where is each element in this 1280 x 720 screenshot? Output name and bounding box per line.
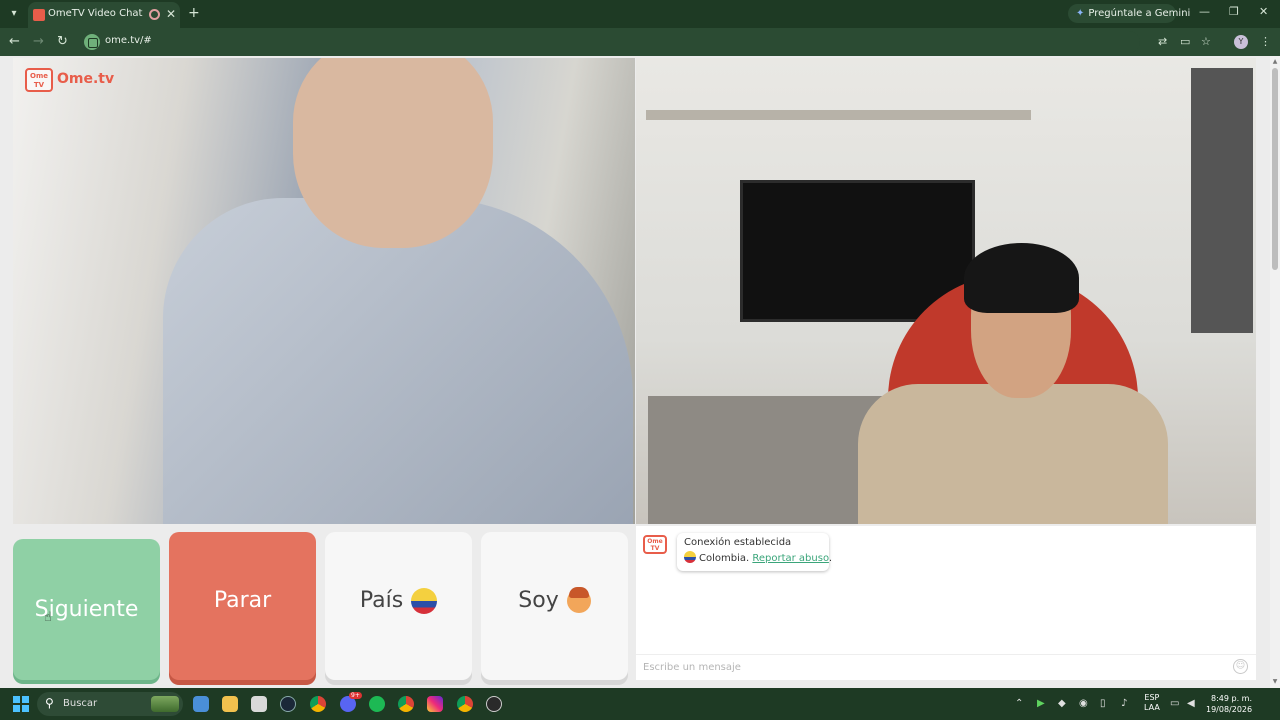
- chrome-profile-icon[interactable]: [457, 696, 473, 712]
- steam-icon[interactable]: [280, 696, 296, 712]
- tray-nvidia-icon[interactable]: ◆: [1058, 697, 1066, 711]
- boy-face-icon: [566, 587, 591, 613]
- taskbar-search-label: Buscar: [63, 698, 98, 709]
- language-bottom: LAA: [1144, 703, 1160, 712]
- ometv-logo-box: Ome TV: [25, 68, 53, 92]
- tab-search-icon[interactable]: ▾: [6, 6, 22, 22]
- tray-play-icon[interactable]: ▶: [1037, 697, 1045, 711]
- tab-close-icon[interactable]: ✕: [166, 7, 176, 21]
- clock-time: 8:49 p. m.: [1210, 694, 1252, 703]
- taskbar-search[interactable]: ⚲ Buscar: [37, 692, 183, 716]
- back-arrow-icon[interactable]: ←: [9, 34, 20, 50]
- ometv-logo-text: Ome.tv: [57, 71, 115, 87]
- kebab-menu-icon[interactable]: ⋮: [1260, 35, 1271, 49]
- obs-icon[interactable]: [486, 696, 502, 712]
- file-explorer-icon[interactable]: [222, 696, 238, 712]
- forward-arrow-icon[interactable]: →: [33, 34, 44, 50]
- country-button-label: País: [359, 588, 404, 613]
- close-window-button[interactable]: ✕: [1259, 5, 1268, 18]
- system-message: Conexión establecida Colombia. Reportar …: [677, 533, 833, 571]
- ometv-page: Ome TV Ome.tv Siguiente Parar País Soy ☝…: [0, 56, 1280, 688]
- instagram-icon[interactable]: [427, 696, 443, 712]
- browser-toolbar: ← → ↻ ome.tv/# ⇄ ▭ ☆ ⋮: [0, 28, 1280, 56]
- url-text: ome.tv/#: [105, 35, 152, 46]
- tray-overflow-icon[interactable]: ⌃: [1015, 697, 1023, 711]
- discord-badge: 9+: [349, 692, 362, 699]
- tab-ometv[interactable]: OmeTV Video Chat — Ome ✕: [28, 2, 180, 28]
- address-bar[interactable]: ome.tv/#: [80, 31, 1140, 53]
- colombia-flag-icon: [411, 588, 438, 614]
- reload-icon[interactable]: ↻: [57, 34, 68, 50]
- message-input[interactable]: [636, 654, 1256, 680]
- windows-start-icon[interactable]: [13, 696, 29, 712]
- minimize-button[interactable]: —: [1199, 5, 1210, 18]
- browser-tab-bar: ▾ OmeTV Video Chat — Ome ✕ + ✦Pregúntale…: [0, 0, 1280, 28]
- mouse-pointer-icon: ☝: [44, 610, 52, 625]
- tray-microphone-icon[interactable]: ♪: [1121, 697, 1127, 711]
- profile-avatar[interactable]: Y: [1234, 35, 1248, 49]
- room-shelf: [646, 110, 1031, 120]
- connection-status-text: Conexión establecida: [684, 537, 792, 548]
- report-suffix: .: [828, 553, 833, 564]
- country-filter-button[interactable]: País: [325, 532, 472, 680]
- tray-discord-icon[interactable]: ◉: [1079, 697, 1088, 711]
- stop-button-label: Parar: [213, 588, 272, 613]
- remote-video: Ome TV Ome.tv: [13, 58, 635, 524]
- scroll-down-icon[interactable]: ▼: [1271, 678, 1279, 685]
- room-window: [1191, 68, 1253, 333]
- language-indicator[interactable]: ESP LAA: [1144, 693, 1160, 713]
- new-tab-button[interactable]: +: [188, 5, 200, 21]
- scroll-up-icon[interactable]: ▲: [1271, 58, 1279, 65]
- microsoft-store-icon[interactable]: [251, 696, 267, 712]
- gemini-label: Pregúntale a Gemini: [1088, 8, 1191, 19]
- next-button[interactable]: Siguiente: [13, 539, 160, 680]
- ometv-favicon-icon: [33, 9, 45, 21]
- tab-title: OmeTV Video Chat — Ome: [48, 8, 146, 19]
- chrome-active-icon[interactable]: [398, 696, 414, 712]
- local-person-hair: [964, 243, 1079, 313]
- site-info-icon[interactable]: [84, 34, 100, 50]
- restore-button[interactable]: ❐: [1229, 5, 1239, 18]
- outlook-icon[interactable]: [193, 696, 209, 712]
- taskbar-clock[interactable]: 8:49 p. m. 19/08/2026: [1206, 693, 1252, 715]
- chat-system-logo-icon: Ome TV: [643, 535, 667, 554]
- tray-network-icon[interactable]: ▭: [1170, 697, 1179, 711]
- tray-battery-icon[interactable]: ▯: [1100, 697, 1106, 711]
- recording-indicator-icon: [149, 9, 160, 20]
- remote-person-head: [293, 58, 493, 248]
- colombia-mini-flag-icon: [684, 551, 696, 563]
- page-scrollbar[interactable]: ▲ ▼: [1270, 56, 1280, 688]
- bookmark-star-icon[interactable]: ☆: [1201, 35, 1211, 49]
- scroll-thumb[interactable]: [1272, 68, 1278, 270]
- gender-button[interactable]: Soy: [481, 532, 628, 680]
- search-icon: ⚲: [45, 696, 54, 710]
- install-app-icon[interactable]: ▭: [1180, 35, 1190, 49]
- soy-button-label: Soy: [518, 588, 559, 613]
- search-highlight-image: [151, 696, 179, 712]
- partner-country: Colombia.: [699, 553, 750, 564]
- gemini-sparkle-icon: ✦: [1076, 8, 1085, 19]
- spotify-icon[interactable]: [369, 696, 385, 712]
- clock-date: 19/08/2026: [1206, 705, 1253, 714]
- tray-volume-icon[interactable]: ◀: [1187, 697, 1195, 711]
- emoji-icon[interactable]: ☺: [1233, 659, 1248, 674]
- windows-taskbar: ⚲ Buscar 9+ ⌃ ▶ ◆ ◉ ▯ ♪ ESP LAA ▭ ◀ 8:49 …: [0, 688, 1280, 720]
- chrome-icon[interactable]: [310, 696, 326, 712]
- language-top: ESP: [1144, 693, 1160, 702]
- stop-button[interactable]: Parar: [169, 532, 316, 680]
- report-abuse-link[interactable]: Reportar abuso: [752, 553, 829, 564]
- local-person-body: [858, 384, 1168, 524]
- translate-icon[interactable]: ⇄: [1158, 35, 1167, 49]
- local-video: [636, 58, 1256, 524]
- gemini-button[interactable]: ✦ Pregúntale a Gemini: [1068, 4, 1190, 23]
- chat-panel: Ome TV Conexión establecida Colombia. Re…: [636, 526, 1256, 680]
